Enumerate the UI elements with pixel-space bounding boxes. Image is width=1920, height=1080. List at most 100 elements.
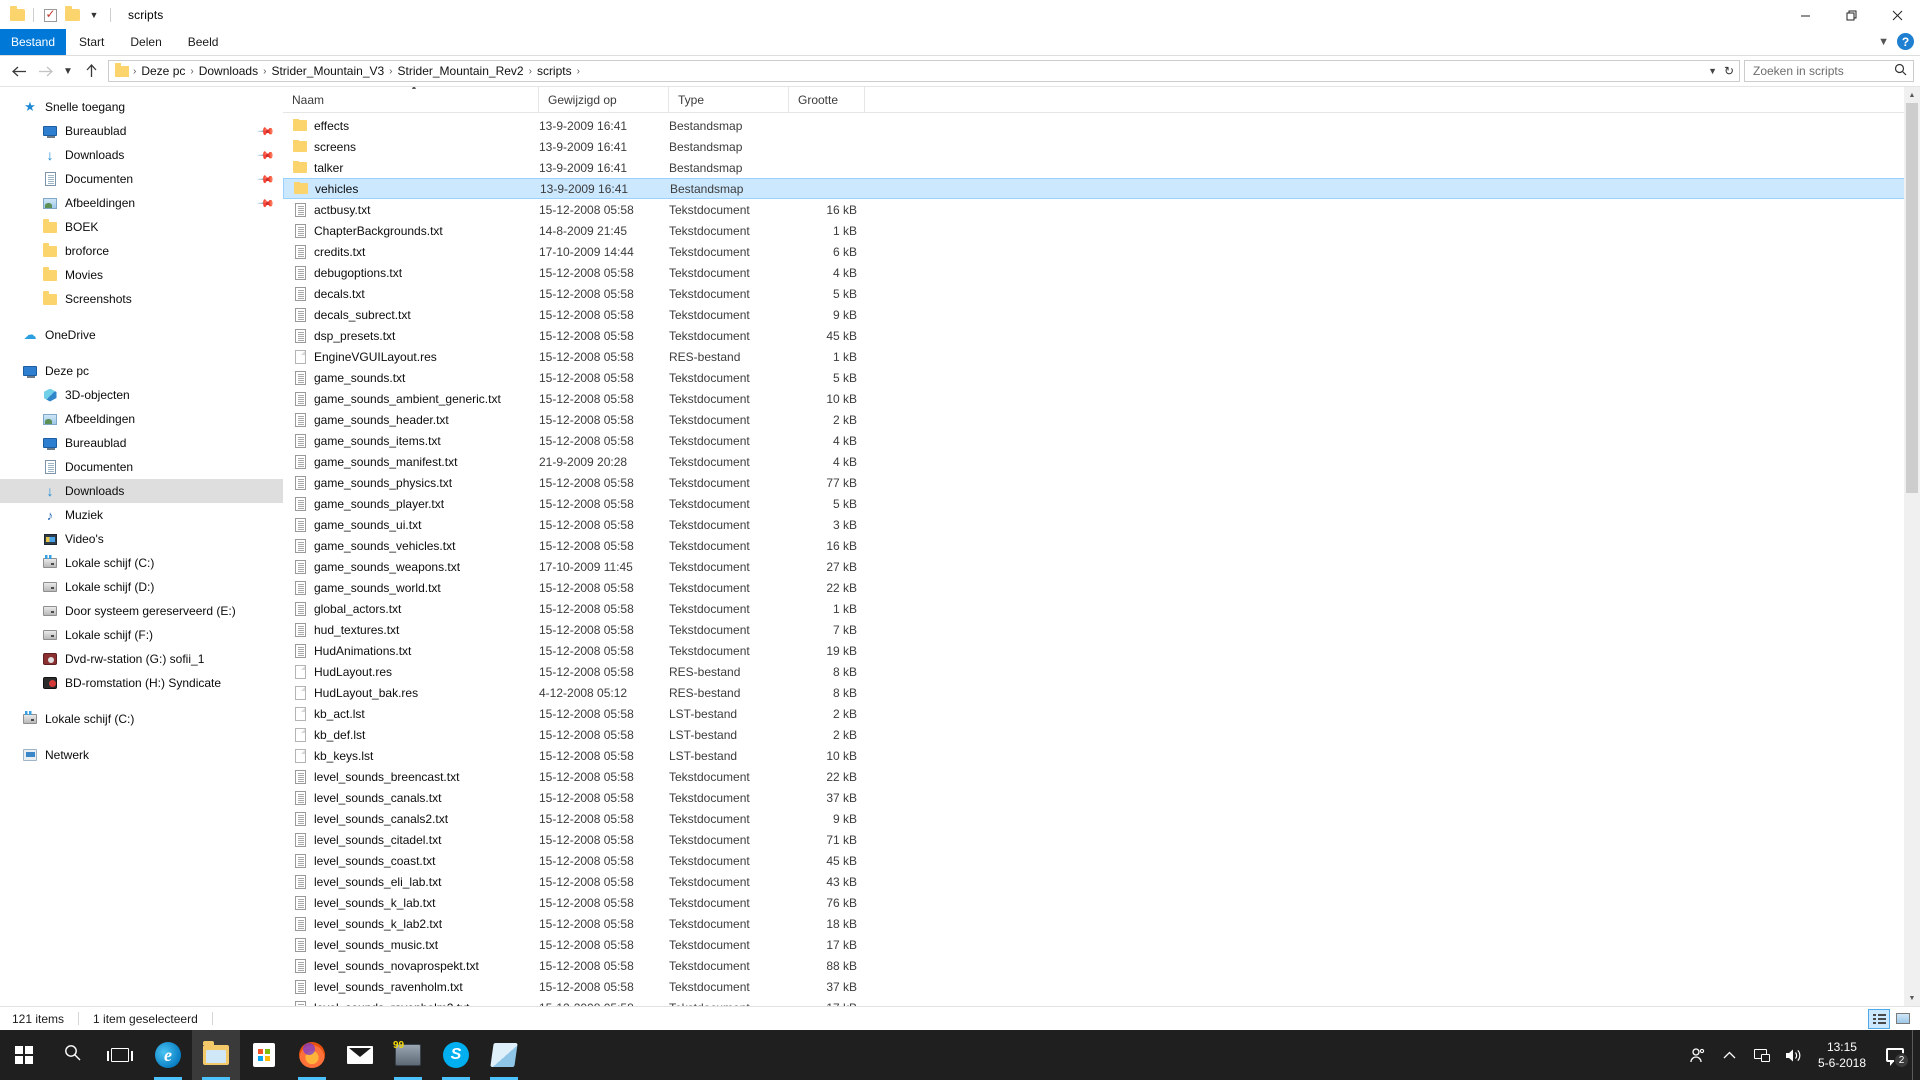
column-header-type[interactable]: Type (669, 87, 789, 113)
sidebar-item-lokale-schijf-f[interactable]: Lokale schijf (F:) (0, 623, 283, 647)
breadcrumb-strider-mountain-v3[interactable]: Strider_Mountain_V3 (267, 64, 388, 78)
table-row[interactable]: global_actors.txt 15-12-2008 05:58 Tekstdo… (283, 598, 1920, 619)
chevron-down-icon[interactable]: ▼ (1708, 66, 1717, 76)
customize-dropdown-icon[interactable]: ▼ (83, 4, 105, 26)
table-row[interactable]: decals.txt 15-12-2008 05:58 Tekstdocument 5… (283, 283, 1920, 304)
speaker-icon[interactable] (1778, 1030, 1810, 1080)
tab-delen[interactable]: Delen (117, 29, 174, 55)
firefox-button[interactable] (288, 1030, 336, 1080)
table-row[interactable]: vehicles 13-9-2009 16:41 Bestandsmap (283, 178, 1920, 199)
column-header-gewijzigd-op[interactable]: Gewijzigd op (539, 87, 669, 113)
table-row[interactable]: HudLayout.res 15-12-2008 05:58 RES-bestand… (283, 661, 1920, 682)
breadcrumb-downloads[interactable]: Downloads (195, 64, 262, 78)
table-row[interactable]: game_sounds_weapons.txt 17-10-2009 11:45 T… (283, 556, 1920, 577)
help-icon[interactable]: ? (1897, 33, 1914, 50)
table-row[interactable]: game_sounds_world.txt 15-12-2008 05:58 Tek… (283, 577, 1920, 598)
sidebar-item-afbeeldingen[interactable]: Afbeeldingen 📌 (0, 191, 283, 215)
start-button[interactable] (0, 1030, 48, 1080)
sidebar-item-muziek[interactable]: ♪ Muziek (0, 503, 283, 527)
scrollbar-track[interactable] (1904, 103, 1920, 990)
details-view-button[interactable] (1868, 1008, 1890, 1029)
tab-beeld[interactable]: Beeld (175, 29, 232, 55)
table-row[interactable]: game_sounds_physics.txt 15-12-2008 05:58 T… (283, 472, 1920, 493)
table-row[interactable]: game_sounds_items.txt 15-12-2008 05:58 Tek… (283, 430, 1920, 451)
scroll-up-button[interactable]: ▲ (1904, 87, 1920, 103)
sidebar-item-documenten[interactable]: Documenten (0, 455, 283, 479)
table-row[interactable]: hud_textures.txt 15-12-2008 05:58 Tekstdoc… (283, 619, 1920, 640)
table-row[interactable]: level_sounds_breencast.txt 15-12-2008 05:… (283, 766, 1920, 787)
sidebar-item-deze-pc[interactable]: Deze pc (0, 359, 283, 383)
file-explorer-button[interactable] (192, 1030, 240, 1080)
monitor-app-button[interactable] (384, 1030, 432, 1080)
table-row[interactable]: game_sounds_header.txt 15-12-2008 05:58 Te… (283, 409, 1920, 430)
sidebar-item-video-s[interactable]: Video's (0, 527, 283, 551)
refresh-icon[interactable]: ↻ (1724, 64, 1734, 78)
breadcrumb-deze-pc[interactable]: Deze pc (137, 64, 189, 78)
chevron-up-icon[interactable] (1714, 1030, 1746, 1080)
sidebar-item-downloads[interactable]: ↓ Downloads (0, 479, 283, 503)
table-row[interactable]: EngineVGUILayout.res 15-12-2008 05:58 RES-… (283, 346, 1920, 367)
table-row[interactable]: dsp_presets.txt 15-12-2008 05:58 Tekstdocu… (283, 325, 1920, 346)
table-row[interactable]: level_sounds_music.txt 15-12-2008 05:58 Te… (283, 934, 1920, 955)
vertical-scrollbar[interactable]: ▲ ▼ (1904, 87, 1920, 1006)
large-icons-view-button[interactable] (1892, 1009, 1914, 1029)
pin-icon[interactable]: 📌 (257, 146, 276, 164)
sidebar-item-netwerk[interactable]: Netwerk (0, 743, 283, 767)
properties-checkbox-icon[interactable] (39, 4, 61, 26)
sidebar-item-lokale-schijf-c[interactable]: Lokale schijf (C:) (0, 551, 283, 575)
people-icon[interactable] (1682, 1030, 1714, 1080)
table-row[interactable]: screens 13-9-2009 16:41 Bestandsmap (283, 136, 1920, 157)
sidebar-item-door-systeem-gereserveerd-e[interactable]: Door systeem gereserveerd (E:) (0, 599, 283, 623)
table-row[interactable]: effects 13-9-2009 16:41 Bestandsmap (283, 115, 1920, 136)
table-row[interactable]: level_sounds_novaprospekt.txt 15-12-2008 … (283, 955, 1920, 976)
up-button[interactable] (78, 59, 104, 83)
search-button[interactable] (48, 1030, 96, 1080)
table-row[interactable]: HudLayout_bak.res 4-12-2008 05:12 RES-best… (283, 682, 1920, 703)
pin-icon[interactable]: 📌 (257, 170, 276, 188)
task-view-button[interactable] (96, 1030, 144, 1080)
table-row[interactable]: level_sounds_canals2.txt 15-12-2008 05:58… (283, 808, 1920, 829)
sidebar-item-broforce[interactable]: broforce (0, 239, 283, 263)
sidebar-item-boek[interactable]: BOEK (0, 215, 283, 239)
microsoft-store-button[interactable] (240, 1030, 288, 1080)
table-row[interactable]: ChapterBackgrounds.txt 14-8-2009 21:45 Tek… (283, 220, 1920, 241)
mail-button[interactable] (336, 1030, 384, 1080)
table-row[interactable]: kb_keys.lst 15-12-2008 05:58 LST-bestand 10… (283, 745, 1920, 766)
table-row[interactable]: level_sounds_coast.txt 15-12-2008 05:58 Te… (283, 850, 1920, 871)
search-icon[interactable] (1894, 63, 1907, 79)
table-row[interactable]: kb_act.lst 15-12-2008 05:58 LST-bestand 2 k… (283, 703, 1920, 724)
forward-button[interactable] (32, 59, 58, 83)
column-header-grootte[interactable]: Grootte (789, 87, 865, 113)
sidebar-item-dvd-rw-station-g-sofii-1[interactable]: Dvd-rw-station (G:) sofii_1 (0, 647, 283, 671)
breadcrumb-scripts[interactable]: scripts (533, 64, 576, 78)
show-desktop-button[interactable] (1912, 1030, 1920, 1080)
sidebar-item-bureaublad[interactable]: Bureaublad (0, 431, 283, 455)
table-row[interactable]: level_sounds_eli_lab.txt 15-12-2008 05:58… (283, 871, 1920, 892)
column-header-naam[interactable]: Naam (283, 87, 539, 113)
sidebar-item-screenshots[interactable]: Screenshots (0, 287, 283, 311)
table-row[interactable]: HudAnimations.txt 15-12-2008 05:58 Tekstdo… (283, 640, 1920, 661)
table-row[interactable]: level_sounds_k_lab.txt 15-12-2008 05:58 Te… (283, 892, 1920, 913)
action-center-button[interactable]: 2 (1878, 1030, 1912, 1080)
chevron-down-icon[interactable]: ▼ (1878, 36, 1889, 48)
close-button[interactable] (1874, 0, 1920, 30)
scrollbar-thumb[interactable] (1906, 103, 1918, 493)
table-row[interactable]: debugoptions.txt 15-12-2008 05:58 Tekstdoc… (283, 262, 1920, 283)
table-row[interactable]: decals_subrect.txt 15-12-2008 05:58 Tekstd… (283, 304, 1920, 325)
scroll-down-button[interactable]: ▼ (1904, 990, 1920, 1006)
table-row[interactable]: credits.txt 17-10-2009 14:44 Tekstdocument… (283, 241, 1920, 262)
table-row[interactable]: level_sounds_ravenholm2.txt15-12-2008 05… (283, 997, 1920, 1006)
sidebar-item-movies[interactable]: Movies (0, 263, 283, 287)
sidebar-item-onedrive[interactable]: ☁ OneDrive (0, 323, 283, 347)
sidebar-item-afbeeldingen[interactable]: Afbeeldingen (0, 407, 283, 431)
restore-button[interactable] (1828, 0, 1874, 30)
table-row[interactable]: level_sounds_canals.txt 15-12-2008 05:58 T… (283, 787, 1920, 808)
edge-button[interactable]: e (144, 1030, 192, 1080)
search-input[interactable] (1753, 64, 1887, 78)
network-icon[interactable] (1746, 1030, 1778, 1080)
table-row[interactable]: game_sounds_vehicles.txt 15-12-2008 05:58… (283, 535, 1920, 556)
address-bar[interactable]: › Deze pc › Downloads › Strider_Mountain… (108, 60, 1740, 82)
sidebar-item-snelle-toegang[interactable]: ★ Snelle toegang (0, 95, 283, 119)
pin-icon[interactable]: 📌 (257, 122, 276, 140)
table-row[interactable]: level_sounds_ravenholm.txt 15-12-2008 05:… (283, 976, 1920, 997)
